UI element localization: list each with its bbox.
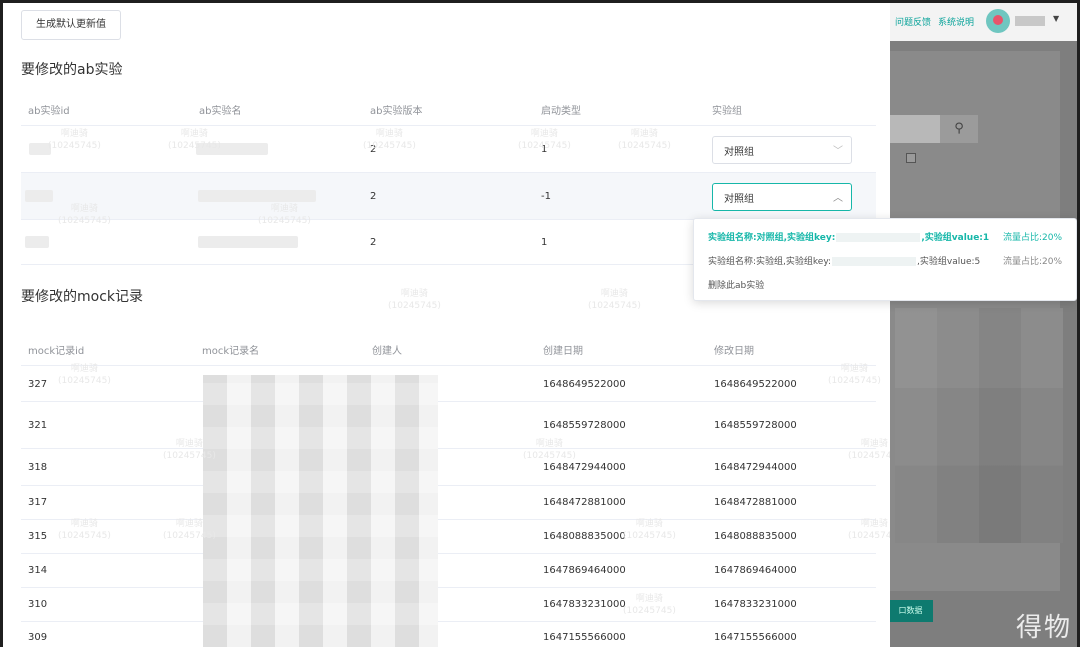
ab-name-redacted	[196, 143, 268, 155]
mock-modified: 1647833231000	[714, 599, 797, 610]
table-row: 318 1648472944000 1648472944000	[21, 449, 876, 486]
mock-id: 321	[28, 420, 48, 431]
ab-id-redacted	[25, 190, 53, 202]
mock-created: 1648649522000	[543, 379, 626, 390]
mock-modified: 1647869464000	[714, 565, 797, 576]
background-search-input	[890, 115, 940, 143]
ab-table-row: 2 -1 对照组 ︿	[21, 173, 876, 220]
option-value: ,实验组value:5	[917, 257, 981, 267]
feedback-link[interactable]: 问题反馈	[895, 15, 931, 28]
mock-col-created: 创建日期	[543, 346, 583, 357]
table-row: 315 1648088835000 1648088835000	[21, 520, 876, 554]
mock-modified: 1648088835000	[714, 531, 797, 542]
mock-created: 1648472881000	[543, 497, 626, 508]
mock-id: 309	[28, 632, 48, 643]
watermark: 啊迪骑 (10245745)	[588, 289, 641, 311]
username-redacted	[1015, 16, 1045, 26]
group-select-open[interactable]: 对照组 ︿	[712, 183, 852, 211]
mock-modified: 1648472881000	[714, 497, 797, 508]
ab-table-row: 2 1 对照组 ﹀	[21, 126, 876, 173]
caret-down-icon[interactable]: ▼	[1053, 14, 1059, 23]
ab-id-redacted	[29, 143, 51, 155]
ab-version: 2	[370, 191, 377, 202]
mock-created: 1647833231000	[543, 599, 626, 610]
table-row: 314 1647869464000 1647869464000	[21, 554, 876, 588]
option-label: 实验组名称:对照组,实验组key:	[708, 233, 836, 243]
mock-modified: 1647155566000	[714, 632, 797, 643]
key-redacted	[836, 233, 921, 242]
mock-created: 1648472944000	[543, 462, 626, 473]
table-row: 309 1647155566000 1647155566000	[21, 622, 876, 647]
mock-table-header: mock记录id mock记录名 创建人 创建日期 修改日期	[21, 335, 876, 365]
mock-col-modified: 修改日期	[714, 346, 754, 357]
table-row: 310 1647833231000 1647833231000	[21, 588, 876, 622]
mock-name-creator-redacted	[203, 375, 438, 647]
mock-col-id: mock记录id	[28, 346, 85, 357]
chevron-up-icon: ︿	[833, 193, 843, 204]
ab-table-header: ab实验id ab实验名 ab实验版本 启动类型 实验组	[21, 95, 876, 125]
ab-start-type: -1	[541, 191, 551, 202]
option-ratio: 流量占比:20%	[1002, 233, 1062, 243]
docs-link[interactable]: 系统说明	[938, 15, 974, 28]
mock-id: 318	[28, 462, 48, 473]
ab-name-redacted	[198, 236, 298, 248]
group-select[interactable]: 对照组 ﹀	[712, 136, 852, 164]
key-redacted	[832, 257, 917, 266]
brand-watermark: 得物	[1015, 613, 1072, 643]
ab-col-name: ab实验名	[199, 106, 242, 117]
mock-col-name: mock记录名	[202, 346, 260, 357]
ab-start-type: 1	[541, 144, 548, 155]
dropdown-option-experiment[interactable]: 实验组名称:实验组,实验组key: ,实验组value:5	[708, 254, 980, 267]
group-dropdown: 实验组名称:对照组,实验组key: ,实验组value:1 流量占比:20% 实验…	[693, 218, 1077, 301]
dropdown-option-control[interactable]: 实验组名称:对照组,实验组key: ,实验组value:1	[708, 230, 989, 243]
ab-id-redacted	[25, 236, 49, 248]
table-row: 327 1648649522000 1648649522000	[21, 366, 876, 402]
ab-version: 2	[370, 237, 377, 248]
table-row: 321 1648559728000 1648559728000	[21, 402, 876, 449]
ab-col-version: ab实验版本	[370, 106, 423, 117]
mock-col-creator: 创建人	[372, 346, 402, 357]
mock-created: 1648559728000	[543, 420, 626, 431]
mock-modified: 1648559728000	[714, 420, 797, 431]
mock-created: 1648088835000	[543, 531, 626, 542]
table-row: 317 1648472881000 1648472881000	[21, 486, 876, 520]
mock-created: 1647869464000	[543, 565, 626, 576]
mock-id: 315	[28, 531, 48, 542]
chevron-down-icon: ﹀	[833, 146, 843, 157]
ab-col-id: ab实验id	[28, 106, 70, 117]
group-select-value: 对照组	[724, 194, 754, 205]
group-select-value: 对照组	[724, 147, 754, 158]
option-label: 删除此ab实验	[708, 281, 765, 291]
option-ratio: 流量占比:20%	[1002, 257, 1062, 267]
ab-start-type: 1	[541, 237, 548, 248]
background-redacted-table	[895, 308, 1063, 543]
option-value: ,实验组value:1	[921, 233, 990, 243]
ab-col-group: 实验组	[712, 106, 742, 117]
background-action-button: 口数据	[888, 600, 933, 622]
avatar[interactable]	[986, 9, 1010, 33]
mock-id: 327	[28, 379, 48, 390]
watermark: 啊迪骑 (10245745)	[388, 289, 441, 311]
background-checkbox	[906, 153, 916, 163]
mock-id: 317	[28, 497, 48, 508]
ab-col-start: 启动类型	[541, 106, 581, 117]
mock-created: 1647155566000	[543, 632, 626, 643]
ab-section-title: 要修改的ab实验	[21, 62, 123, 78]
mock-id: 314	[28, 565, 48, 576]
generate-default-button[interactable]: 生成默认更新值	[21, 10, 121, 40]
search-icon: ⚲	[940, 115, 978, 143]
update-modal: 生成默认更新值 要修改的ab实验 ab实验id ab实验名 ab实验版本 启动类…	[3, 3, 890, 647]
mock-modified: 1648472944000	[714, 462, 797, 473]
ab-version: 2	[370, 144, 377, 155]
ab-name-redacted	[198, 190, 316, 202]
dropdown-option-delete[interactable]: 删除此ab实验	[708, 278, 764, 291]
mock-section-title: 要修改的mock记录	[21, 289, 144, 305]
option-label: 实验组名称:实验组,实验组key:	[708, 257, 832, 267]
mock-id: 310	[28, 599, 48, 610]
mock-modified: 1648649522000	[714, 379, 797, 390]
